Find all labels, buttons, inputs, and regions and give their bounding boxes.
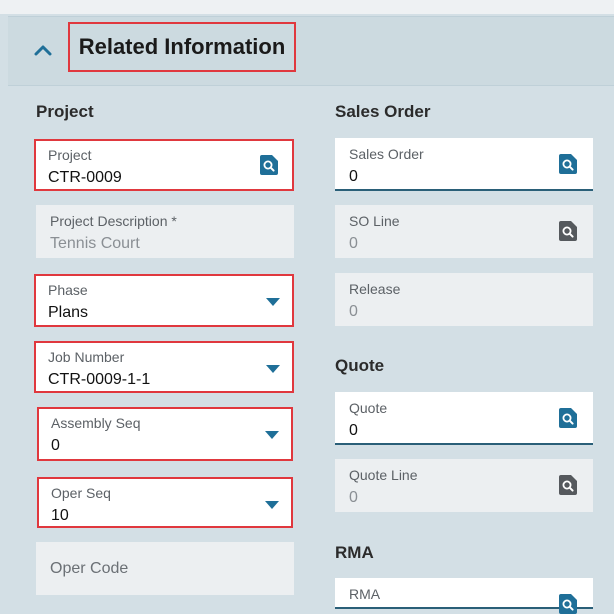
job-number-field[interactable]: Job Number CTR-0009-1-1 xyxy=(34,341,294,393)
phase-value: Plans xyxy=(48,304,89,321)
quote-label: Quote xyxy=(349,400,388,416)
related-information-header[interactable]: Related Information xyxy=(8,16,614,86)
project-description-value: Tennis Court xyxy=(50,235,140,252)
section-title-project: Project xyxy=(36,102,94,121)
oper-code-label: Oper Code xyxy=(50,559,129,577)
sales-order-label: Sales Order xyxy=(349,146,424,162)
project-value: CTR-0009 xyxy=(48,169,122,186)
search-icon[interactable] xyxy=(260,155,278,175)
rma-field[interactable]: RMA xyxy=(335,578,593,614)
release-field: Release 0 xyxy=(335,273,593,326)
so-line-label: SO Line xyxy=(349,213,400,229)
search-icon[interactable] xyxy=(559,154,577,174)
so-line-field: SO Line 0 xyxy=(335,205,593,258)
so-line-value: 0 xyxy=(349,235,358,252)
project-field[interactable]: Project CTR-0009 xyxy=(34,139,294,191)
chevron-down-icon[interactable] xyxy=(266,298,280,306)
release-label: Release xyxy=(349,281,401,297)
chevron-down-icon[interactable] xyxy=(265,431,279,439)
chevron-down-icon[interactable] xyxy=(265,501,279,509)
sales-order-field[interactable]: Sales Order 0 xyxy=(335,138,593,191)
quote-field[interactable]: Quote 0 xyxy=(335,392,593,445)
section-title-sales-order: Sales Order xyxy=(335,102,431,121)
sales-order-value: 0 xyxy=(349,168,358,185)
assembly-seq-label: Assembly Seq xyxy=(51,415,141,431)
search-icon xyxy=(559,221,577,241)
project-description-label: Project Description * xyxy=(50,213,177,229)
quote-line-field: Quote Line 0 xyxy=(335,459,593,512)
job-number-label: Job Number xyxy=(48,349,125,365)
search-icon[interactable] xyxy=(559,408,577,428)
panel-title: Related Information xyxy=(68,22,296,72)
top-strip xyxy=(0,0,614,14)
quote-line-label: Quote Line xyxy=(349,467,418,483)
chevron-up-icon[interactable] xyxy=(30,37,56,63)
oper-seq-value: 10 xyxy=(51,507,69,524)
quote-line-value: 0 xyxy=(349,489,358,506)
project-description-field: Project Description * Tennis Court xyxy=(36,205,294,258)
chevron-down-icon[interactable] xyxy=(266,365,280,373)
assembly-seq-value: 0 xyxy=(51,437,60,454)
phase-label: Phase xyxy=(48,282,88,298)
project-label: Project xyxy=(48,147,92,163)
oper-seq-label: Oper Seq xyxy=(51,485,111,501)
search-icon[interactable] xyxy=(559,594,577,614)
release-value: 0 xyxy=(349,303,358,320)
quote-value: 0 xyxy=(349,422,358,439)
phase-field[interactable]: Phase Plans xyxy=(34,274,294,327)
search-icon xyxy=(559,475,577,495)
section-title-rma: RMA xyxy=(335,543,374,562)
oper-code-field: Oper Code xyxy=(36,542,294,595)
section-title-quote: Quote xyxy=(335,356,385,375)
rma-label: RMA xyxy=(349,586,381,602)
assembly-seq-field[interactable]: Assembly Seq 0 xyxy=(37,407,293,461)
job-number-value: CTR-0009-1-1 xyxy=(48,371,151,388)
oper-seq-field[interactable]: Oper Seq 10 xyxy=(37,477,293,528)
